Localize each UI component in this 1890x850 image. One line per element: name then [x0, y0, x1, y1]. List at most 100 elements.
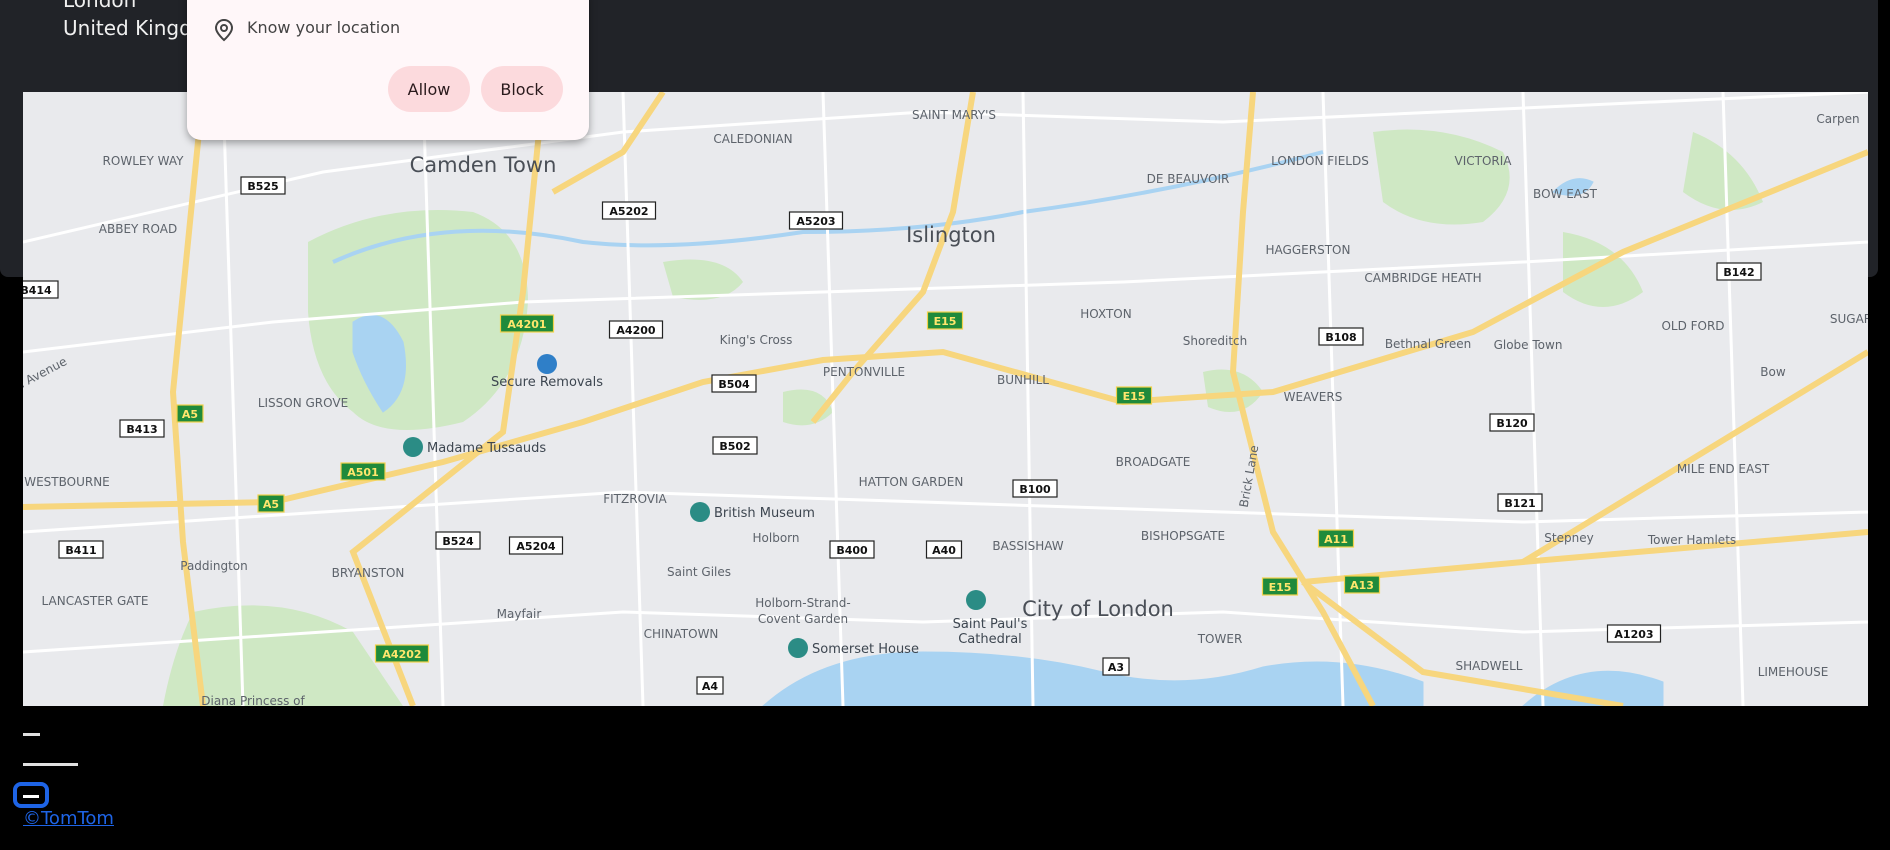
district-label: OLD FORD [1661, 319, 1724, 333]
road-badge: A5204 [508, 536, 564, 555]
district-label: King's Cross [720, 333, 793, 347]
svg-text:E15: E15 [1269, 581, 1292, 594]
district-label: BISHOPSGATE [1141, 529, 1225, 543]
svg-text:B142: B142 [1723, 266, 1754, 279]
road-badge: A4202 [374, 644, 430, 663]
road-badge: A501 [340, 462, 386, 481]
district-label: PENTONVILLE [823, 365, 905, 379]
svg-text:A5203: A5203 [796, 215, 835, 228]
road-badge: A5203 [788, 211, 844, 230]
poi-label[interactable]: Somerset House [812, 642, 919, 657]
district-label: Islington [906, 223, 996, 247]
road-badge: B504 [711, 374, 757, 393]
svg-text:A4201: A4201 [507, 318, 546, 331]
svg-text:B502: B502 [719, 440, 750, 453]
district-label: CAMBRIDGE HEATH [1364, 271, 1481, 285]
district-label: VICTORIA [1455, 154, 1513, 168]
road-badge: A11 [1317, 529, 1355, 548]
district-label: SHADWELL [1456, 659, 1523, 673]
district-label: Shoreditch [1183, 334, 1247, 348]
svg-text:B108: B108 [1325, 331, 1356, 344]
district-label: LANCASTER GATE [42, 594, 149, 608]
district-label: CHINATOWN [644, 627, 719, 641]
poi-label[interactable]: Cathedral [958, 632, 1022, 647]
svg-text:A3: A3 [1108, 661, 1124, 674]
road-badge: E15 [1115, 386, 1153, 405]
svg-text:A1203: A1203 [1614, 628, 1653, 641]
district-label: Mayfair [497, 607, 542, 621]
permission-message: Know your location [247, 18, 401, 37]
road-badge: A5 [257, 494, 285, 513]
district-label: ROWLEY WAY [103, 154, 185, 168]
svg-text:A5: A5 [263, 498, 279, 511]
poi-label[interactable]: Madame Tussauds [427, 441, 546, 456]
camera-icon[interactable] [788, 638, 808, 658]
district-label: LISSON GROVE [258, 396, 348, 410]
road-badge: B120 [1489, 413, 1535, 432]
road-badge: E15 [1261, 577, 1299, 596]
district-label: FITZROVIA [603, 492, 667, 506]
poi-label[interactable]: Saint Paul's [953, 617, 1028, 632]
district-label: Camden Town [410, 153, 557, 177]
camera-icon[interactable] [403, 437, 423, 457]
svg-text:A5202: A5202 [609, 205, 648, 218]
district-label: Holborn-Strand- [755, 596, 850, 610]
road-badge: B524 [435, 531, 481, 550]
road-badge: A5202 [601, 201, 657, 220]
map-control-dashes [23, 763, 78, 766]
svg-text:A4200: A4200 [616, 324, 655, 337]
location-permission-popup: Know your location Allow Block [187, 0, 589, 140]
map-labels-layer: Camden Town Islington City of London SAINT … [23, 108, 1868, 706]
svg-text:B414: B414 [23, 284, 52, 297]
district-label: TOWER [1197, 632, 1243, 646]
district-label: Bow [1760, 365, 1786, 379]
district-label: CALEDONIAN [713, 132, 792, 146]
svg-text:B524: B524 [442, 535, 474, 548]
svg-text:A4202: A4202 [382, 648, 421, 661]
tomtom-logo-icon [13, 782, 49, 808]
map-control-dash [23, 733, 40, 736]
district-label: Saint Giles [667, 565, 731, 579]
district-label: Stepney [1544, 531, 1593, 545]
road-badge: B525 [240, 176, 286, 195]
district-label: BUNHILL [997, 373, 1049, 387]
svg-text:A5204: A5204 [516, 540, 555, 553]
road-badge: A5 [176, 404, 204, 423]
district-label: n Avenue [23, 354, 69, 393]
road-badge: B502 [712, 436, 758, 455]
poi-label[interactable]: British Museum [714, 506, 815, 521]
block-button[interactable]: Block [481, 66, 563, 112]
svg-text:B504: B504 [718, 378, 750, 391]
allow-button[interactable]: Allow [388, 66, 470, 112]
svg-text:B121: B121 [1504, 497, 1535, 510]
svg-text:B400: B400 [836, 544, 868, 557]
district-label: Tower Hamlets [1647, 533, 1736, 547]
district-label: HATTON GARDEN [859, 475, 964, 489]
map-view[interactable]: Camden Town Islington City of London SAINT … [23, 92, 1868, 706]
district-label: BROADGATE [1116, 455, 1191, 469]
district-label: Holborn [753, 531, 800, 545]
road-badge: B142 [1716, 262, 1762, 281]
district-label: BOW EAST [1533, 187, 1598, 201]
road-badge: A4201 [499, 314, 555, 333]
district-label: Brick Lane [1237, 444, 1262, 508]
location-pin-icon [214, 18, 234, 42]
district-label: LIMEHOUSE [1758, 665, 1829, 679]
svg-text:A13: A13 [1350, 579, 1374, 592]
district-label: HOXTON [1080, 307, 1131, 321]
camera-icon[interactable] [690, 502, 710, 522]
svg-text:A40: A40 [932, 544, 956, 557]
copyright-link[interactable]: ©TomTom [23, 808, 114, 829]
district-label: HAGGERSTON [1266, 243, 1351, 257]
district-label: LONDON FIELDS [1271, 154, 1369, 168]
svg-text:A11: A11 [1324, 533, 1348, 546]
removals-icon[interactable] [537, 354, 557, 374]
poi-label[interactable]: Secure Removals [491, 375, 603, 390]
svg-text:A4: A4 [702, 680, 719, 693]
svg-text:E15: E15 [934, 315, 957, 328]
camera-icon[interactable] [966, 590, 986, 610]
road-badge: B414 [23, 280, 59, 299]
road-badge: B413 [119, 419, 165, 438]
district-label: MILE END EAST [1677, 462, 1770, 476]
district-label: City of London [1022, 597, 1174, 621]
